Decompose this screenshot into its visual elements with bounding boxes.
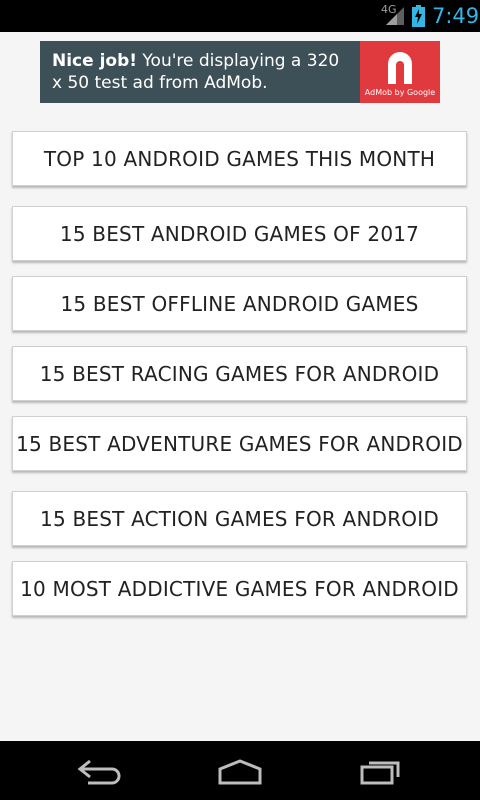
menu-button-top10-this-month[interactable]: TOP 10 ANDROID GAMES THIS MONTH — [12, 131, 467, 186]
ad-headline: Nice job! — [52, 51, 138, 71]
menu-button-action-games[interactable]: 15 BEST ACTION GAMES FOR ANDROID — [12, 491, 467, 546]
back-icon[interactable] — [76, 757, 124, 785]
menu-button-addictive-games[interactable]: 10 MOST ADDICTIVE GAMES FOR ANDROID — [12, 561, 467, 616]
navigation-bar — [0, 741, 480, 800]
menu-button-best-of-2017[interactable]: 15 BEST ANDROID GAMES OF 2017 — [12, 206, 467, 261]
menu-button-adventure-games[interactable]: 15 BEST ADVENTURE GAMES FOR ANDROID — [12, 416, 467, 471]
ad-logo-caption: AdMob by Google — [364, 88, 436, 97]
admob-logo: AdMob by Google — [360, 41, 440, 103]
battery-icon — [412, 5, 425, 27]
ad-banner[interactable]: Nice job! You're displaying a 320 x 50 t… — [40, 41, 440, 103]
ad-text: Nice job! You're displaying a 320 x 50 t… — [52, 50, 352, 94]
recent-apps-icon[interactable] — [358, 757, 404, 785]
admob-icon — [388, 52, 412, 84]
clock: 7:49 — [432, 4, 480, 28]
status-bar: 4G 7:49 — [0, 0, 480, 32]
home-icon[interactable] — [214, 757, 266, 785]
menu-button-offline-games[interactable]: 15 BEST OFFLINE ANDROID GAMES — [12, 276, 467, 331]
menu-button-racing-games[interactable]: 15 BEST RACING GAMES FOR ANDROID — [12, 346, 467, 401]
signal-icon — [386, 7, 404, 25]
